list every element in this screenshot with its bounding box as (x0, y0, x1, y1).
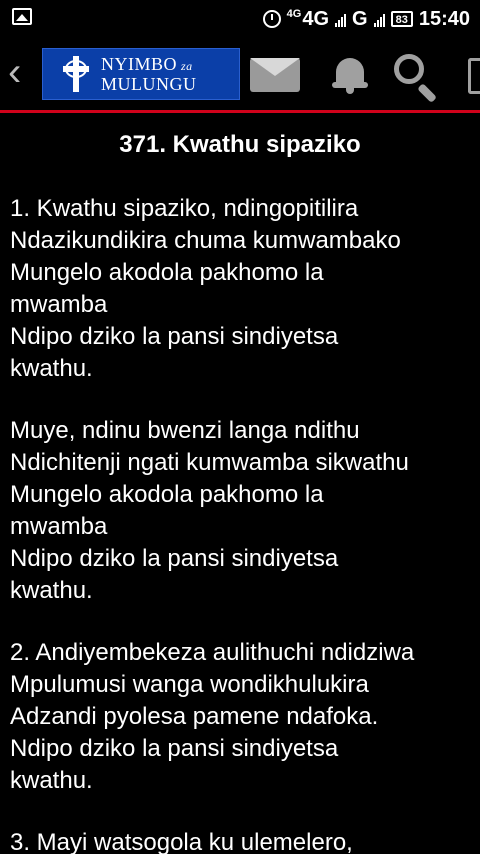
verse-line: Mungelo akodola pakhomo la (10, 481, 324, 508)
back-button[interactable]: ‹ (8, 52, 38, 94)
verse-line: kwathu. (10, 355, 93, 382)
verse-line: Adzandi pyolesa pamene ndafoka. (10, 703, 379, 730)
logo-za: za (181, 59, 193, 73)
verse-line: 1. Kwathu sipaziko, ndingopitilira (10, 195, 359, 222)
verse-line: Mpulumusi wanga wondikhulukira (10, 671, 369, 698)
verse-line: kwathu. (10, 577, 93, 604)
network-type-g: G (352, 7, 368, 30)
verse-line: Muye, ndinu bwenzi langa ndithu (10, 417, 360, 444)
verse-line: kwathu. (10, 767, 93, 794)
hymn-content[interactable]: 371. Kwathu sipaziko 1. Kwathu sipaziko,… (0, 113, 480, 854)
verse-line: Ndazikundikira chuma kumwambako (10, 227, 401, 254)
clock-time: 15:40 (418, 7, 470, 30)
verse-line: Mungelo akodola pakhomo la (10, 259, 324, 286)
verse-line: mwamba (10, 291, 108, 318)
search-icon[interactable] (392, 52, 442, 103)
logo-title-line1: NYIMBO (101, 54, 178, 74)
alarm-icon (262, 10, 281, 28)
gallery-notification-icon (12, 8, 32, 25)
verse-line: Ndipo dziko la pansi sindiyetsa (10, 323, 339, 350)
verse-line: mwamba (10, 513, 108, 540)
logo-title-line2: MULUNGU (101, 74, 197, 94)
app-logo[interactable]: NYIMBO za MULUNGU (42, 48, 240, 100)
verse-line: 2. Andiyembekeza aulithuchi ndidziwa (10, 639, 415, 666)
overflow-menu-icon[interactable] (468, 58, 480, 94)
chorus: Muye, ndinu bwenzi langa ndithu Ndichite… (10, 415, 470, 607)
status-bar: 4G4G G 83 15:40 (0, 0, 480, 38)
verse-line: 3. Mayi watsogola ku ulemelero, (10, 829, 353, 854)
status-icons: 4G4G G 83 15:40 (262, 6, 470, 32)
verse-line: Ndipo dziko la pansi sindiyetsa (10, 545, 339, 572)
battery-indicator: 83 (390, 11, 413, 27)
signal-strength-icon-2 (373, 11, 385, 27)
verse-line: Ndichitenji ngati kumwamba sikwathu (10, 449, 409, 476)
mail-icon[interactable] (250, 58, 300, 92)
app-toolbar: ‹ NYIMBO za MULUNGU (0, 38, 480, 113)
bell-icon[interactable] (330, 54, 370, 94)
verse-line: Ndipo dziko la pansi sindiyetsa (10, 735, 339, 762)
cross-icon (59, 54, 93, 94)
signal-strength-icon (335, 11, 347, 27)
hymn-title: 371. Kwathu sipaziko (119, 131, 361, 158)
verse-1: 1. Kwathu sipaziko, ndingopitilira Ndazi… (10, 193, 470, 385)
network-type-4g: 4G4G (286, 7, 330, 30)
verse-2: 2. Andiyembekeza aulithuchi ndidziwa Mpu… (10, 637, 470, 797)
verse-3: 3. Mayi watsogola ku ulemelero, (10, 827, 470, 854)
